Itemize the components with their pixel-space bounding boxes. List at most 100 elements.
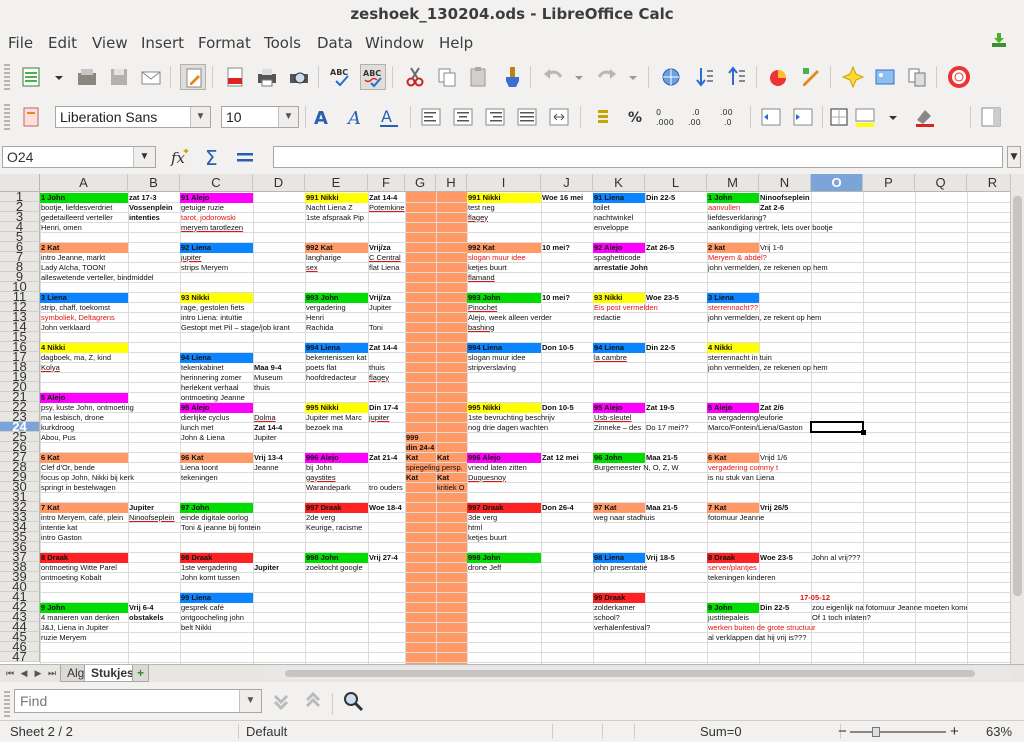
currency-format-icon[interactable] [590, 104, 616, 130]
cell-m44[interactable]: werken buiten de grote structuur [707, 623, 863, 633]
cell-a6[interactable]: 2 Kat [40, 242, 128, 253]
expand-formula-icon[interactable]: ▼ [1007, 146, 1021, 168]
cell-o42[interactable]: zou eigenlijk na fotomuur Jeanne moeten … [811, 603, 967, 613]
column-header-d[interactable]: D [253, 174, 305, 192]
menu-view[interactable]: View [92, 34, 128, 52]
sum-icon[interactable]: Σ [200, 144, 226, 170]
cell-f12[interactable]: Jupiter [368, 303, 479, 313]
copy-icon[interactable] [434, 64, 460, 90]
cell-m8[interactable]: john vermelden, ze rekenen op hem [707, 263, 863, 273]
cell-i29[interactable]: Duquesnoy [467, 473, 689, 483]
cell-f8[interactable]: flat Liena [368, 263, 479, 273]
function-wizard-icon[interactable]: fx [168, 144, 194, 170]
column-header-i[interactable]: I [467, 174, 541, 192]
row-header-39[interactable]: 39 [0, 572, 40, 582]
column-header-k[interactable]: K [593, 174, 645, 192]
row-header-43[interactable]: 43 [0, 612, 40, 622]
zoom-out-icon[interactable]: − [838, 721, 847, 742]
cell-f7[interactable]: C Central [368, 253, 479, 263]
new-dropdown-icon[interactable] [46, 64, 63, 90]
cell-e11[interactable]: 993 John [305, 292, 368, 303]
help-icon[interactable] [946, 64, 972, 90]
font-name-box[interactable]: Liberation Sans ▼ [55, 106, 211, 128]
cell-e24[interactable]: bezoek ma [305, 423, 494, 433]
row-header-8[interactable]: 8 [0, 262, 40, 272]
column-header-l[interactable]: L [645, 174, 707, 192]
spellcheck-icon[interactable]: ABC [328, 64, 354, 90]
cell-c17[interactable]: 94 Liena [180, 352, 253, 363]
undo-icon[interactable] [540, 64, 566, 90]
column-header-e[interactable]: E [305, 174, 368, 192]
cell-f19[interactable]: flagey [368, 373, 479, 383]
cell-k32[interactable]: 97 Kat [593, 502, 645, 513]
row-header-15[interactable]: 15 [0, 332, 40, 342]
horizontal-scrollbar[interactable] [265, 667, 1010, 680]
redo-icon[interactable] [594, 64, 620, 90]
cell-g26[interactable]: din 24-4 [405, 443, 498, 453]
delete-decimal-icon[interactable]: .00.0 [718, 104, 744, 130]
cell-f1[interactable]: Zat 14-4 [368, 193, 479, 203]
cell-m33[interactable]: fotomuur Jeanne [707, 513, 863, 523]
row-header-35[interactable]: 35 [0, 532, 40, 542]
cell-f16[interactable]: Zat 14-4 [368, 343, 479, 353]
sort-descending-icon[interactable] [724, 64, 750, 90]
cell-k6[interactable]: 92 Alejo [593, 242, 645, 253]
cell-m18[interactable]: john vermelden, ze rekenen op hem [707, 363, 863, 373]
increase-indent-icon[interactable] [790, 104, 816, 130]
cell-m7[interactable]: Meryem & abdel? [707, 253, 863, 263]
cell-i22[interactable]: 995 Nikki [467, 402, 541, 413]
underline-icon[interactable]: A [376, 104, 402, 130]
row-header-45[interactable]: 45 [0, 632, 40, 642]
scroll-thumb[interactable] [1013, 196, 1022, 596]
column-header-a[interactable]: A [40, 174, 128, 192]
cell-k22[interactable]: 95 Alejo [593, 402, 645, 413]
add-decimal-icon[interactable]: .0.00 [686, 104, 712, 130]
cell-n6[interactable]: Vrij 1-6 [759, 243, 915, 253]
cell-a21[interactable]: 5 Alejo [40, 392, 128, 403]
bold-icon[interactable]: A [310, 104, 336, 130]
email-icon[interactable] [138, 64, 164, 90]
cell-o43[interactable]: Of 1 toch inlaten? [811, 613, 967, 623]
navigator-icon[interactable] [840, 64, 866, 90]
row-header-46[interactable]: 46 [0, 642, 40, 652]
column-header-q[interactable]: Q [915, 174, 967, 192]
toolbar-grip[interactable] [4, 64, 10, 90]
borders-icon[interactable] [826, 104, 852, 130]
decrease-indent-icon[interactable] [758, 104, 784, 130]
sort-ascending-icon[interactable] [692, 64, 718, 90]
last-sheet-icon[interactable]: ⏭ [46, 668, 58, 680]
cut-icon[interactable] [402, 64, 428, 90]
sidebar-toggle-icon[interactable] [978, 104, 1004, 130]
cell-c11[interactable]: 93 Nikki [180, 292, 253, 303]
cell-c37[interactable]: 98 Draak [180, 552, 253, 563]
cell-m45[interactable]: al verklappen dat hij vrij is??? [707, 633, 863, 643]
find-next-icon[interactable] [268, 688, 294, 714]
cell-e22[interactable]: 995 Nikki [305, 402, 368, 413]
cell-m11[interactable]: 3 Liena [707, 292, 759, 303]
menu-edit[interactable]: Edit [48, 34, 77, 52]
justify-icon[interactable] [514, 104, 540, 130]
chevron-down-icon[interactable]: ▼ [133, 147, 155, 167]
equals-function-icon[interactable] [232, 144, 258, 170]
menu-insert[interactable]: Insert [141, 34, 184, 52]
cell-c1[interactable]: 91 Alejo [180, 192, 253, 203]
cell-e37[interactable]: 998 John [305, 552, 368, 563]
cell-a22[interactable]: psy, kuste John, ontmoeting [40, 403, 304, 413]
cell-f6[interactable]: Vrij/za [368, 243, 479, 253]
next-sheet-icon[interactable]: ▶ [32, 668, 44, 680]
cell-k1[interactable]: 91 Liena [593, 192, 645, 203]
row-header-32[interactable]: 32 [0, 502, 40, 512]
cell-a27[interactable]: 6 Kat [40, 452, 128, 463]
cell-a16[interactable]: 4 Nikki [40, 342, 128, 353]
menu-file[interactable]: File [8, 34, 33, 52]
cell-n27[interactable]: Vrijd 1/6 [759, 453, 915, 463]
align-left-icon[interactable] [418, 104, 444, 130]
print-icon[interactable] [254, 64, 280, 90]
row-header-24[interactable]: 24 [0, 422, 40, 432]
cell-f23[interactable]: jupiter [368, 413, 479, 423]
cell-a35[interactable]: intro Gaston [40, 533, 304, 543]
undo-dropdown-icon[interactable] [566, 64, 583, 90]
row-header-26[interactable]: 26 [0, 442, 40, 452]
cell-e32[interactable]: 997 Draak [305, 502, 368, 513]
chevron-down-icon[interactable]: ▼ [190, 107, 210, 127]
